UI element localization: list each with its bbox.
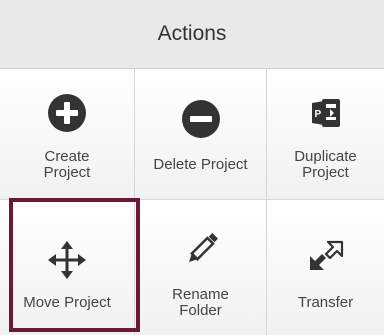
svg-text:P: P xyxy=(314,109,321,120)
pencil-icon xyxy=(135,228,266,272)
delete-project-label: Delete Project xyxy=(153,156,248,173)
move-project-button[interactable]: Move Project xyxy=(0,200,135,335)
create-project-label: Create Project xyxy=(43,148,91,181)
actions-header: Actions xyxy=(0,0,384,69)
duplicate-project-button[interactable]: P Duplicate Project xyxy=(267,69,384,200)
transfer-button[interactable]: Transfer xyxy=(267,200,384,335)
create-project-button[interactable]: Create Project xyxy=(0,69,135,200)
plus-circle-icon xyxy=(0,91,134,135)
transfer-arrows-icon xyxy=(267,234,384,278)
duplicate-document-icon: P xyxy=(267,91,384,135)
move-project-label: Move Project xyxy=(23,294,111,311)
transfer-label: Transfer xyxy=(297,294,354,311)
move-arrows-icon xyxy=(0,238,134,282)
rename-folder-label: Rename Folder xyxy=(172,286,229,319)
minus-circle-icon xyxy=(135,97,266,141)
rename-folder-button[interactable]: Rename Folder xyxy=(135,200,267,335)
actions-panel: Actions Create Project Delete Project P … xyxy=(0,0,384,335)
actions-grid: Create Project Delete Project P Duplicat… xyxy=(0,69,384,335)
delete-project-button[interactable]: Delete Project xyxy=(135,69,267,200)
duplicate-project-label: Duplicate Project xyxy=(294,148,357,181)
